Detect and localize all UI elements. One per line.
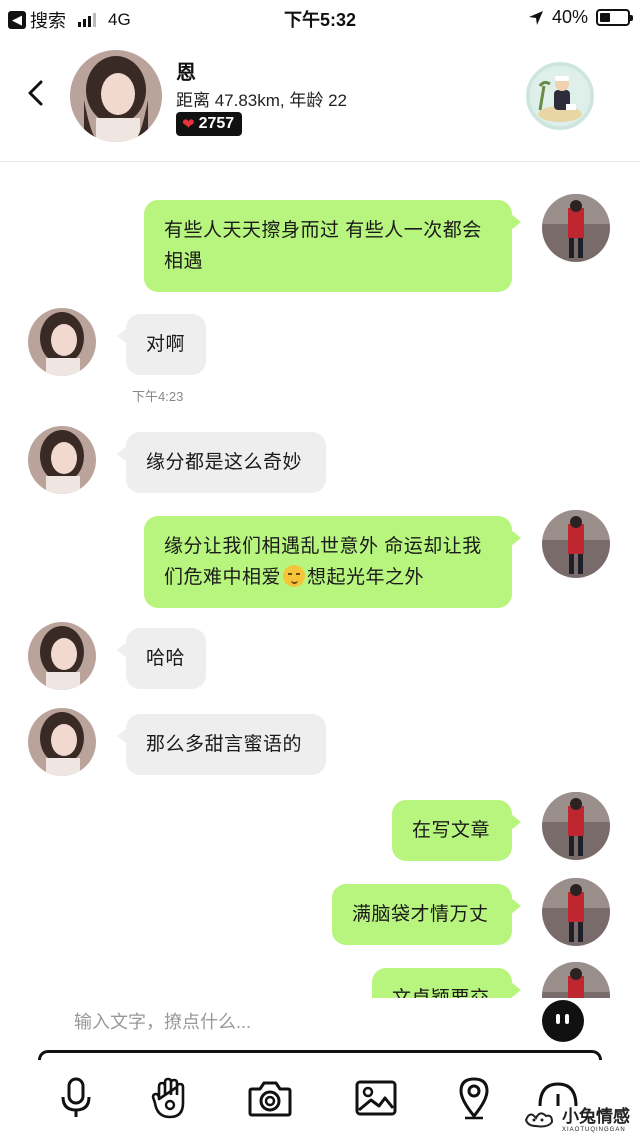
watermark: 小兔情感 XIAOTUQINGGAN xyxy=(522,1102,630,1133)
hearts-count: 2757 xyxy=(198,115,235,132)
message-list[interactable]: 有些人天天擦身而过 有些人一次都会相遇 对啊 下午4:23 缘分都是这么奇妙 缘… xyxy=(0,162,640,998)
status-bar: ◀ 搜索 4G 下午5:32 40% xyxy=(0,0,640,34)
my-message-bubble[interactable]: 有些人天天擦身而过 有些人一次都会相遇 xyxy=(144,200,521,292)
contact-message-bubble[interactable]: 缘分都是这么奇妙 xyxy=(117,432,326,493)
location-arrow-icon xyxy=(528,10,543,25)
rabbit-logo-icon xyxy=(524,1111,554,1127)
contact-message-bubble[interactable]: 对啊 xyxy=(117,314,206,375)
my-message-bubble[interactable]: 文卓颖要交 xyxy=(372,968,521,998)
camera-button[interactable] xyxy=(246,1074,294,1122)
my-message-avatar[interactable] xyxy=(542,878,610,946)
camera-icon xyxy=(248,1081,292,1117)
message-input[interactable] xyxy=(74,1012,494,1033)
my-message-avatar[interactable] xyxy=(542,194,610,262)
battery-icon xyxy=(596,9,633,26)
contact-message-avatar[interactable] xyxy=(28,308,96,376)
status-right: 40% xyxy=(528,7,633,28)
location-button[interactable] xyxy=(450,1074,498,1122)
message-text: 缘分都是这么奇妙 xyxy=(146,452,303,473)
hand-gesture-icon xyxy=(151,1077,185,1119)
my-message-avatar[interactable] xyxy=(542,962,610,998)
my-avatar-photo xyxy=(542,878,610,946)
microphone-icon xyxy=(61,1077,91,1117)
chat-header: 恩 距离 47.83km, 年龄 22 ❤ 2757 xyxy=(0,34,640,162)
smirk-emoji-icon xyxy=(283,565,306,587)
message-timestamp: 下午4:23 xyxy=(132,389,184,404)
message-text: 文卓颖要交 xyxy=(392,988,490,998)
message-text: 对啊 xyxy=(146,334,186,355)
contact-message-bubble[interactable]: 那么多甜言蜜语的 xyxy=(117,714,326,775)
message-text: 那么多甜言蜜语的 xyxy=(146,734,303,755)
my-message-avatar[interactable] xyxy=(542,510,610,578)
hearts-badge: ❤ 2757 xyxy=(176,112,243,136)
voice-button[interactable] xyxy=(52,1074,100,1122)
avatar-photo xyxy=(70,50,162,142)
my-avatar-photo xyxy=(530,66,590,126)
contact-message-bubble[interactable]: 哈哈 xyxy=(117,628,206,689)
watermark-text: 小兔情感 xyxy=(562,1107,630,1126)
contact-avatar-photo xyxy=(28,622,96,690)
message-text: 有些人天天擦身而过 有些人一次都会相遇 xyxy=(164,220,482,272)
sticker-toggle-button[interactable] xyxy=(542,1000,584,1042)
message-text-continued: 想起光年之外 xyxy=(307,567,425,588)
my-message-bubble[interactable]: 在写文章 xyxy=(392,800,521,861)
contact-message-avatar[interactable] xyxy=(28,708,96,776)
contact-avatar-photo xyxy=(28,708,96,776)
back-arrow-icon[interactable] xyxy=(22,78,52,108)
gesture-button[interactable] xyxy=(146,1074,194,1122)
message-text: 哈哈 xyxy=(146,648,186,669)
watermark-subtext: XIAOTUQINGGAN xyxy=(562,1127,626,1133)
my-message-bubble[interactable]: 满脑袋才情万丈 xyxy=(332,884,521,945)
contact-message-avatar[interactable] xyxy=(28,426,96,494)
heart-icon: ❤ xyxy=(182,116,195,133)
contact-message-avatar[interactable] xyxy=(28,622,96,690)
my-avatar-photo xyxy=(542,792,610,860)
image-icon xyxy=(355,1080,397,1116)
gallery-button[interactable] xyxy=(352,1074,400,1122)
my-avatar-photo xyxy=(542,962,610,998)
message-text: 满脑袋才情万丈 xyxy=(352,904,489,925)
contact-avatar-photo xyxy=(28,426,96,494)
contact-avatar[interactable] xyxy=(70,50,162,142)
input-bar xyxy=(0,998,640,1058)
my-avatar-photo xyxy=(542,194,610,262)
location-pin-icon xyxy=(459,1077,489,1120)
my-avatar[interactable] xyxy=(526,62,594,130)
my-avatar-photo xyxy=(542,510,610,578)
my-message-avatar[interactable] xyxy=(542,792,610,860)
contact-name: 恩 xyxy=(176,62,196,84)
keyboard-divider xyxy=(38,1050,602,1060)
battery-percent: 40% xyxy=(551,7,588,27)
contact-avatar-photo xyxy=(28,308,96,376)
message-text: 在写文章 xyxy=(412,820,491,841)
my-message-bubble[interactable]: 缘分让我们相遇乱世意外 命运却让我们危难中相爱 想起光年之外 xyxy=(144,516,521,608)
contact-distance-age: 距离 47.83km, 年龄 22 xyxy=(176,91,348,110)
